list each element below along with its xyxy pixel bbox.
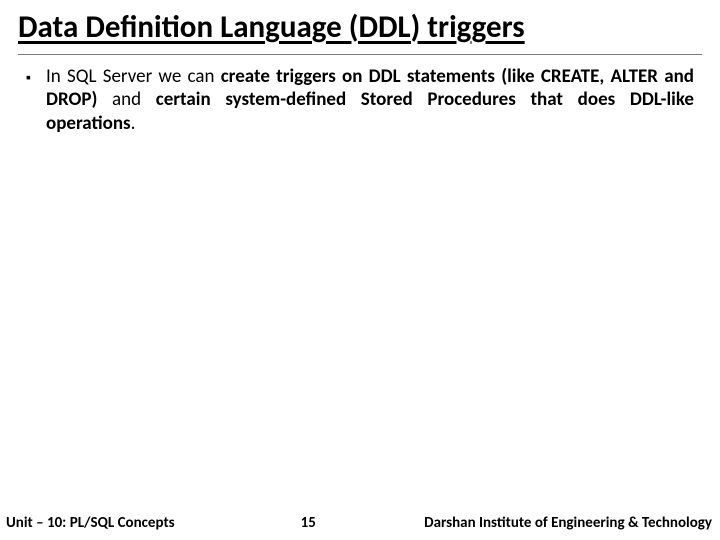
slide-title: Data Definition Language (DDL) triggers: [18, 10, 702, 48]
footer-page-number: 15: [301, 514, 316, 532]
bullet-text: In SQL Server we can create triggers on …: [46, 65, 694, 136]
bullet-mid: and: [112, 88, 156, 111]
bullet-item: ▪ In SQL Server we can create triggers o…: [24, 65, 694, 136]
bullet-lead: In SQL Server we can: [46, 65, 221, 88]
slide-content: ▪ In SQL Server we can create triggers o…: [18, 55, 702, 136]
slide: Data Definition Language (DDL) triggers …: [0, 0, 720, 540]
slide-footer: Unit – 10: PL/SQL Concepts 15 Darshan In…: [0, 514, 720, 532]
bullet-tail: .: [131, 112, 136, 135]
footer-unit: Unit – 10: PL/SQL Concepts: [6, 514, 175, 532]
bullet-marker-icon: ▪: [24, 65, 46, 89]
footer-institute: Darshan Institute of Engineering & Techn…: [334, 514, 712, 532]
